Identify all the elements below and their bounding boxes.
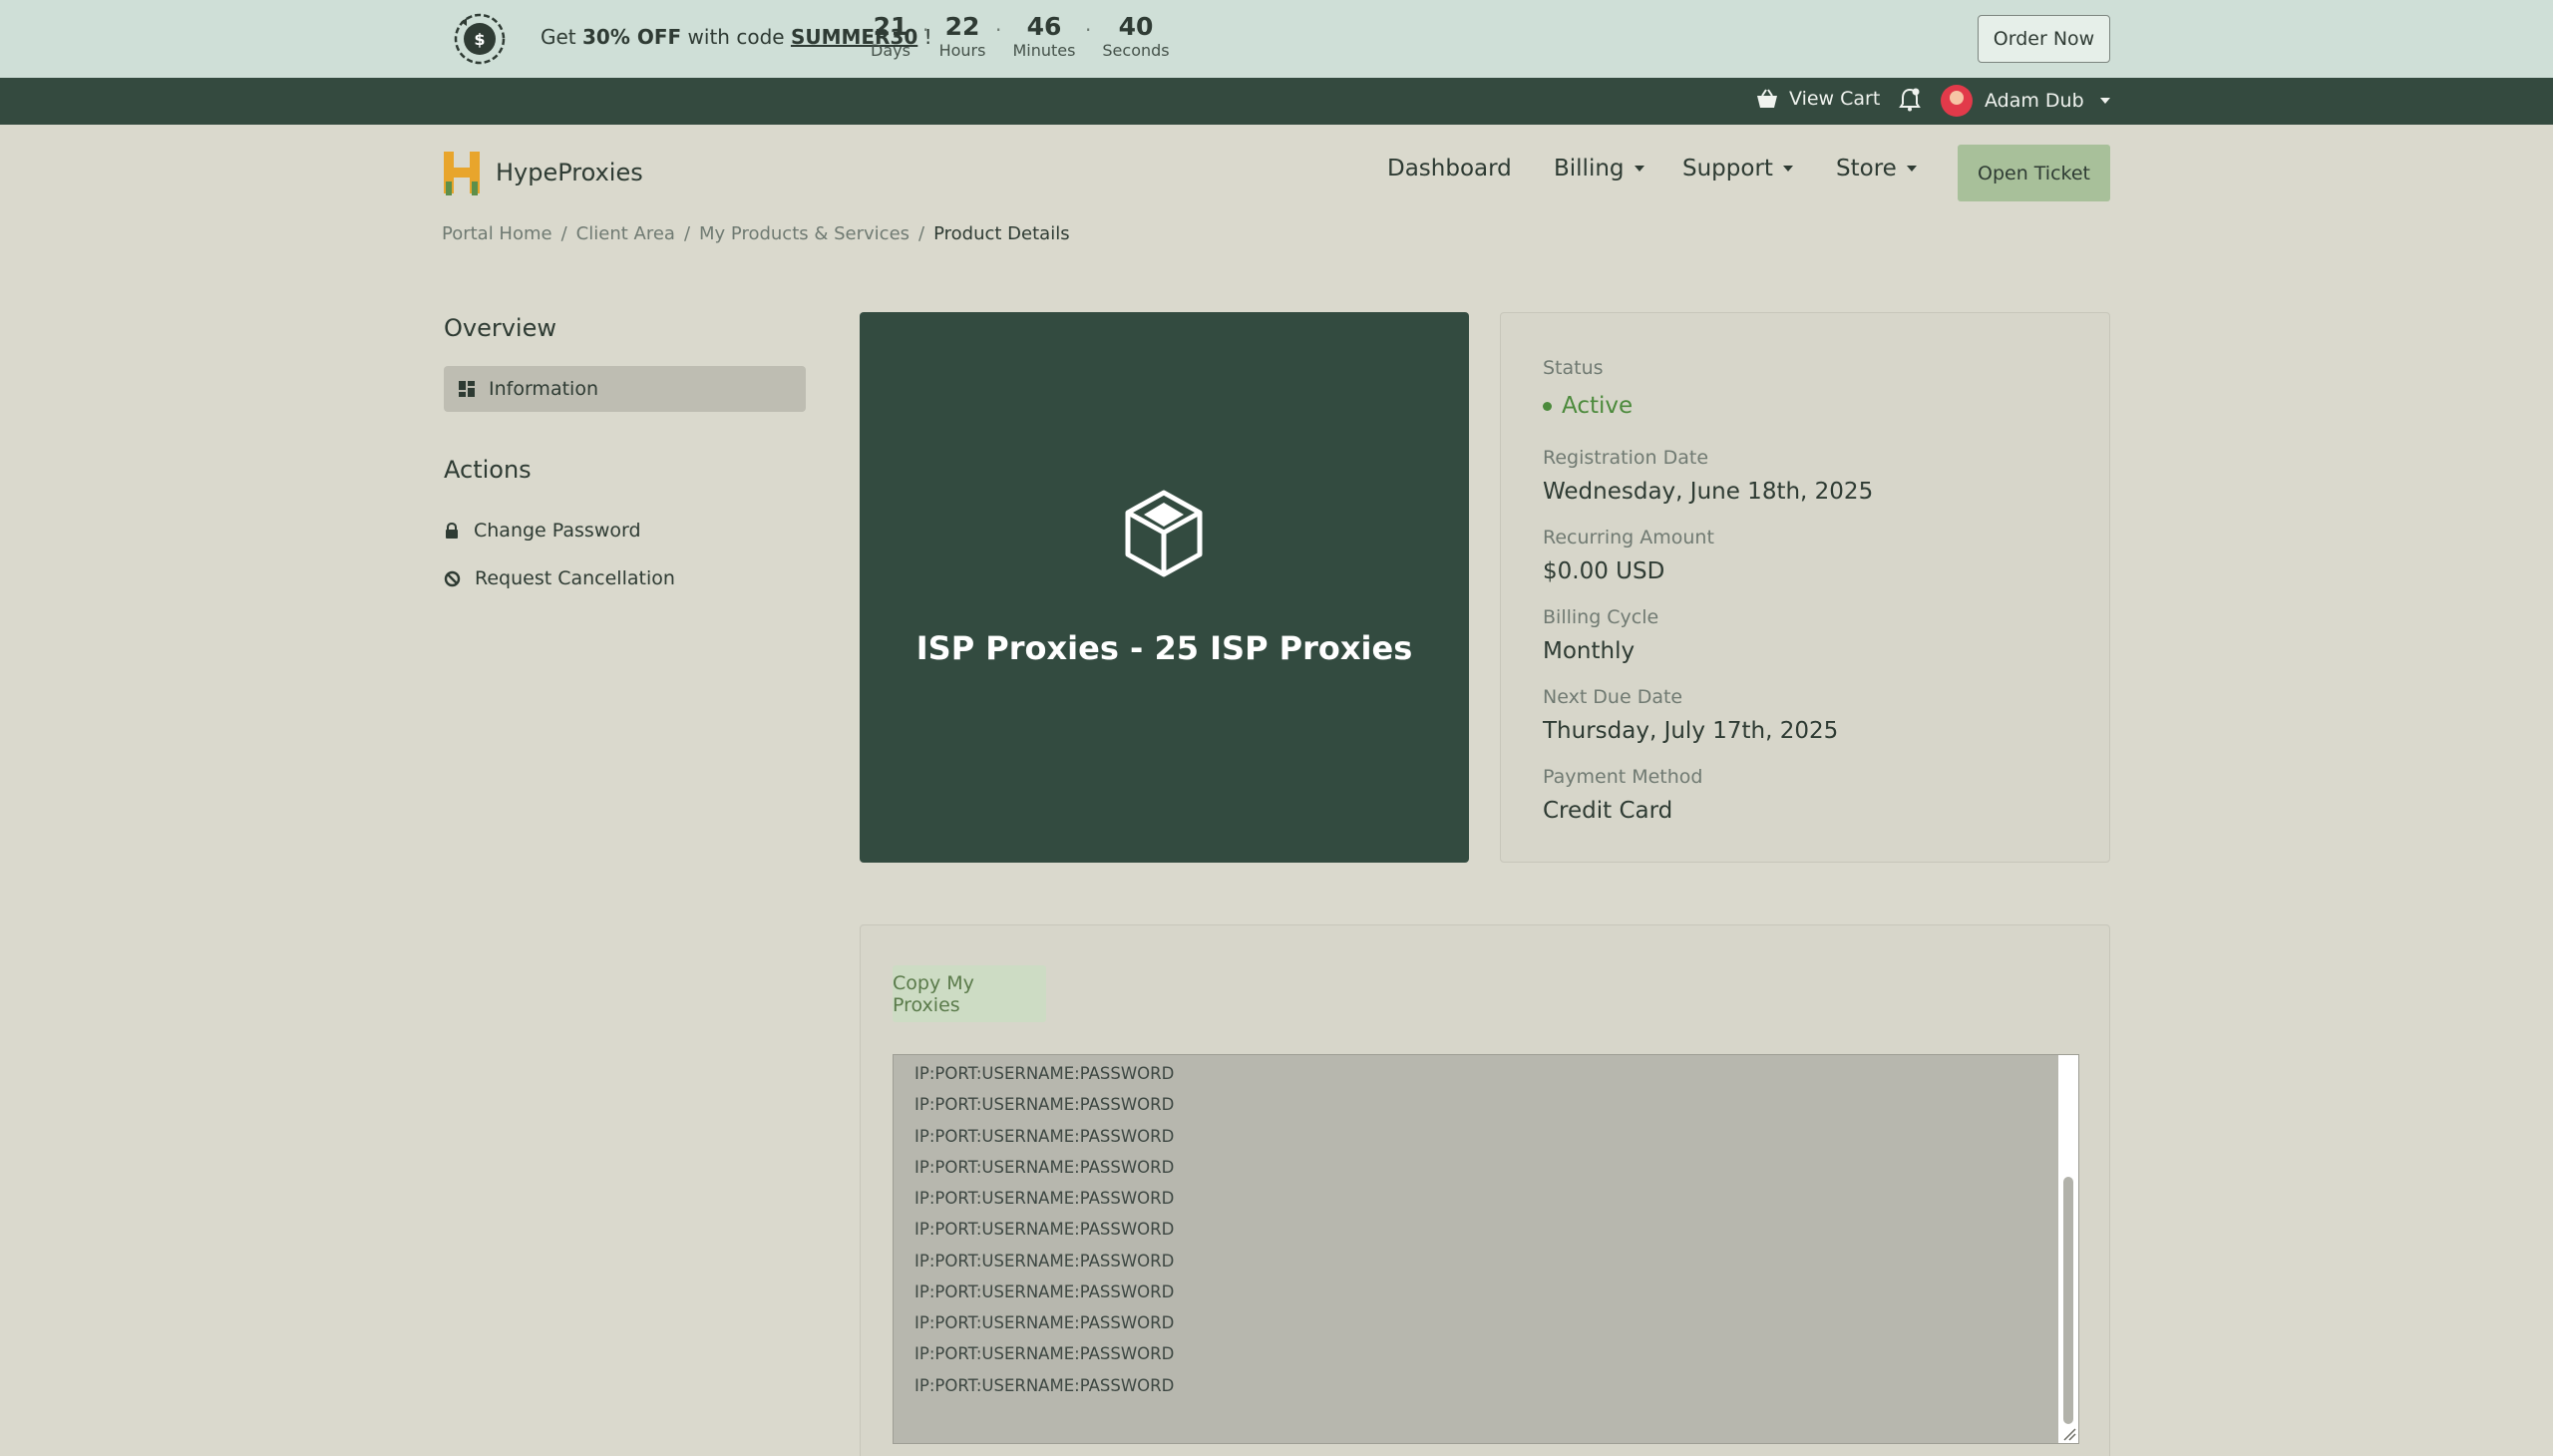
dollar-clock-icon: $ — [454, 13, 506, 65]
sidebar-item-change-password[interactable]: Change Password — [444, 520, 641, 542]
proxy-line: IP:PORT:USERNAME:PASSWORD — [914, 1064, 1175, 1083]
ban-icon — [444, 570, 461, 586]
proxy-line: IP:PORT:USERNAME:PASSWORD — [914, 1189, 1175, 1208]
lock-icon — [446, 522, 458, 539]
chevron-down-icon — [1906, 166, 1917, 172]
brand-name: HypeProxies — [496, 159, 643, 186]
countdown-seconds: 40 Seconds — [1102, 12, 1170, 60]
open-ticket-button[interactable]: Open Ticket — [1958, 145, 2110, 201]
copy-proxies-button[interactable]: Copy My Proxies — [893, 965, 1046, 1022]
proxy-line: IP:PORT:USERNAME:PASSWORD — [914, 1376, 1175, 1395]
sidebar-item-label: Information — [489, 378, 598, 400]
order-now-button[interactable]: Order Now — [1978, 15, 2110, 63]
breadcrumb-current: Product Details — [933, 223, 1070, 244]
scrollbar-track[interactable] — [2058, 1055, 2078, 1443]
countdown-minutes: 46 Minutes — [1012, 12, 1076, 60]
breadcrumb-separator: / — [560, 223, 567, 244]
brand-logo[interactable]: HypeProxies — [442, 148, 643, 197]
payment-method-value: Credit Card — [1543, 798, 1673, 824]
sidebar-item-label: Request Cancellation — [475, 567, 675, 589]
countdown-days: 21 Days — [871, 12, 911, 60]
chevron-down-icon — [1634, 166, 1644, 172]
registration-date-value: Wednesday, June 18th, 2025 — [1543, 479, 1874, 505]
user-name: Adam Dub — [1985, 90, 2084, 112]
breadcrumb-portal-home[interactable]: Portal Home — [442, 223, 552, 244]
status-value: Active — [1562, 393, 1634, 419]
next-due-date-value: Thursday, July 17th, 2025 — [1543, 718, 1839, 744]
countdown-hours: 22 Hours — [938, 12, 986, 60]
view-cart-link[interactable]: View Cart — [1755, 88, 1880, 110]
nav-billing[interactable]: Billing — [1554, 156, 1644, 182]
sidebar-item-request-cancellation[interactable]: Request Cancellation — [444, 567, 675, 589]
avatar — [1941, 85, 1973, 117]
product-hero: ISP Proxies - 25 ISP Proxies — [860, 312, 1469, 863]
proxy-line: IP:PORT:USERNAME:PASSWORD — [914, 1220, 1175, 1239]
scrollbar-thumb[interactable] — [2063, 1177, 2073, 1424]
resize-handle-icon[interactable] — [2062, 1427, 2076, 1441]
overview-heading: Overview — [444, 314, 556, 342]
proxy-line: IP:PORT:USERNAME:PASSWORD — [914, 1252, 1175, 1271]
actions-heading: Actions — [444, 456, 532, 484]
next-due-date-label: Next Due Date — [1543, 686, 1683, 708]
countdown-separator: · — [1085, 18, 1092, 42]
nav-store-label: Store — [1836, 156, 1897, 182]
promo-banner: $ Get 30% OFF with code SUMMER30 ! 21 Da… — [0, 0, 2553, 78]
view-cart-label: View Cart — [1789, 88, 1881, 110]
cube-icon — [1125, 490, 1203, 577]
proxy-line: IP:PORT:USERNAME:PASSWORD — [914, 1095, 1175, 1114]
dashboard-icon — [459, 381, 475, 397]
sidebar-item-label: Change Password — [474, 520, 641, 542]
proxy-line: IP:PORT:USERNAME:PASSWORD — [914, 1344, 1175, 1363]
product-details-card: Status Active Registration Date Wednesda… — [1500, 312, 2110, 863]
top-user-bar: View Cart Adam Dub — [0, 78, 2553, 125]
status-badge: Active — [1543, 393, 1633, 419]
chevron-down-icon — [2099, 98, 2110, 104]
payment-method-label: Payment Method — [1543, 766, 1703, 788]
product-title: ISP Proxies - 25 ISP Proxies — [915, 629, 1413, 667]
recurring-amount-label: Recurring Amount — [1543, 527, 1714, 548]
breadcrumb-client-area[interactable]: Client Area — [576, 223, 675, 244]
nav-dashboard-label: Dashboard — [1387, 156, 1512, 182]
basket-icon — [1757, 89, 1777, 108]
proxy-list-textarea[interactable]: IP:PORT:USERNAME:PASSWORD IP:PORT:USERNA… — [893, 1054, 2079, 1444]
breadcrumb: Portal Home / Client Area / My Products … — [442, 223, 1070, 244]
proxy-line: IP:PORT:USERNAME:PASSWORD — [914, 1313, 1175, 1332]
nav-dashboard[interactable]: Dashboard — [1387, 156, 1512, 182]
breadcrumb-separator: / — [918, 223, 925, 244]
breadcrumb-separator: / — [683, 223, 691, 244]
nav-support-label: Support — [1682, 156, 1773, 182]
chevron-down-icon — [1782, 166, 1793, 172]
breadcrumb-products[interactable]: My Products & Services — [699, 223, 910, 244]
countdown-separator: · — [995, 18, 1002, 42]
nav-billing-label: Billing — [1554, 156, 1625, 182]
status-dot-icon — [1543, 401, 1552, 411]
sidebar-item-information[interactable]: Information — [444, 366, 806, 412]
countdown-separator: · — [922, 18, 929, 42]
hypeproxies-logo-icon — [444, 152, 480, 195]
status-label: Status — [1543, 357, 1604, 379]
user-menu[interactable]: Adam Dub — [1941, 85, 2110, 117]
bell-icon[interactable] — [1899, 88, 1921, 112]
proxy-line: IP:PORT:USERNAME:PASSWORD — [914, 1127, 1175, 1146]
nav-store[interactable]: Store — [1836, 156, 1917, 182]
registration-date-label: Registration Date — [1543, 447, 1709, 469]
billing-cycle-value: Monthly — [1543, 638, 1636, 664]
proxy-line: IP:PORT:USERNAME:PASSWORD — [914, 1158, 1175, 1177]
billing-cycle-label: Billing Cycle — [1543, 606, 1659, 628]
recurring-amount-value: $0.00 USD — [1543, 558, 1665, 584]
proxy-line: IP:PORT:USERNAME:PASSWORD — [914, 1282, 1175, 1301]
nav-support[interactable]: Support — [1682, 156, 1793, 182]
proxies-panel: Copy My Proxies IP:PORT:USERNAME:PASSWOR… — [860, 924, 2110, 1456]
svg-text:$: $ — [474, 30, 485, 49]
